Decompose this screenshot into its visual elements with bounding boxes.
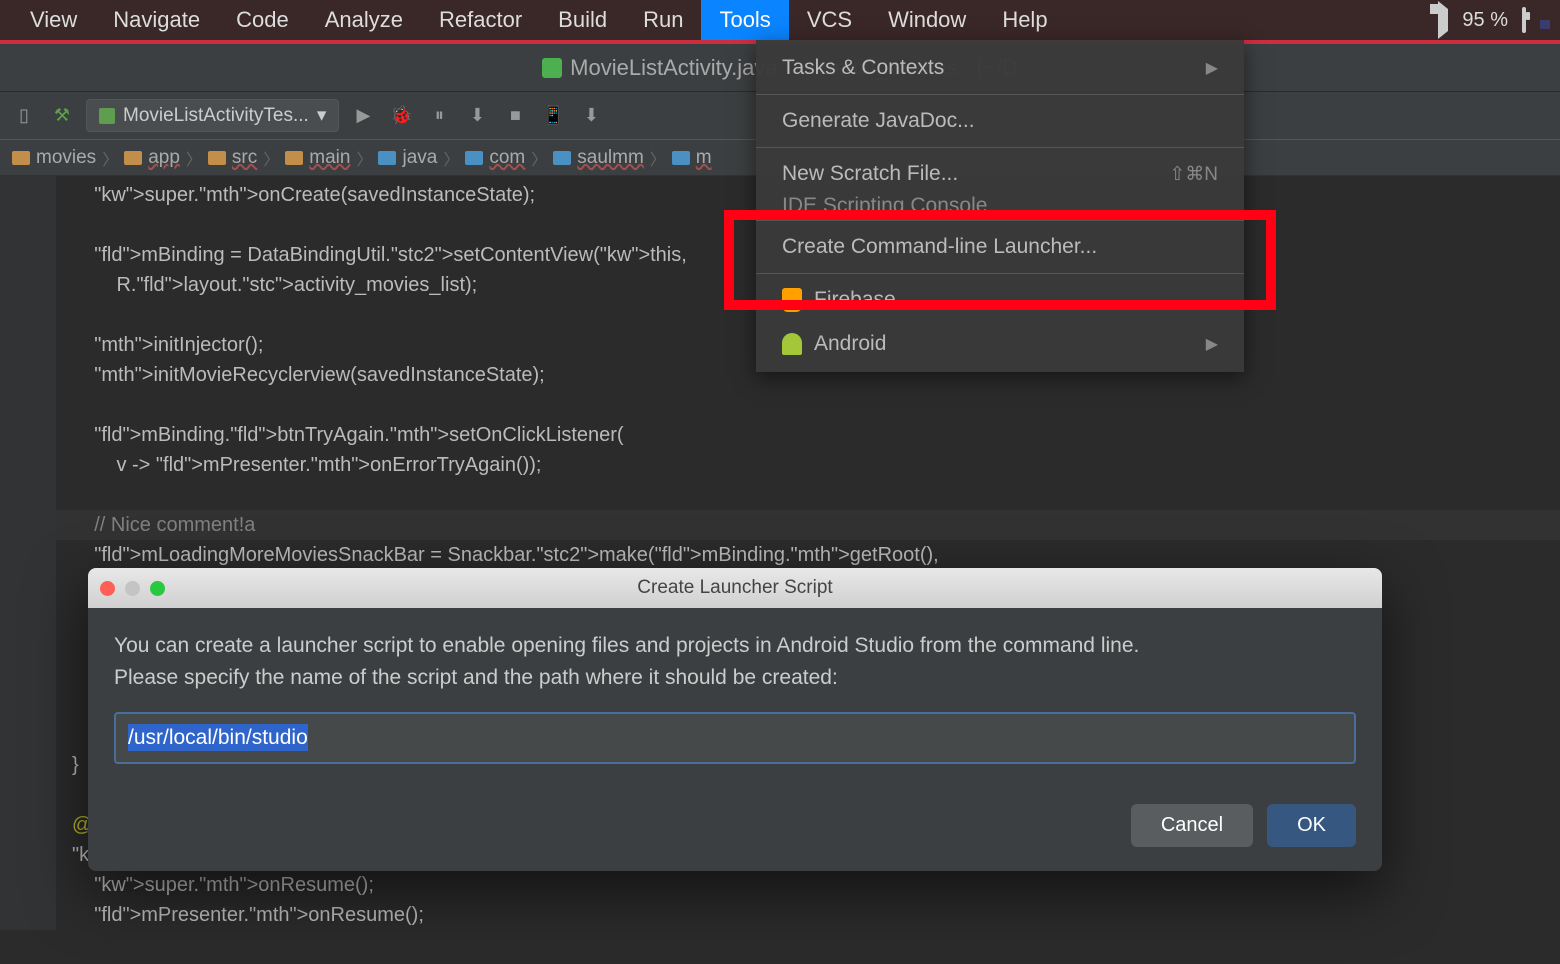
menu-item-label: New Scratch File... xyxy=(782,162,958,186)
menu-item-label: IDE Scripting Console xyxy=(782,196,987,216)
attach-button[interactable]: ⬇ xyxy=(463,102,491,130)
crumb-label: src xyxy=(232,147,257,169)
status-tray: 95 % xyxy=(1438,9,1548,32)
menu-code[interactable]: Code xyxy=(218,0,307,40)
run-config-label: MovieListActivityTes... xyxy=(123,105,309,127)
menu-item-new-scratch-file-[interactable]: New Scratch File... ⇧⌘N xyxy=(756,152,1244,196)
dialog-title: Create Launcher Script xyxy=(88,577,1382,599)
crumb-movies[interactable]: movies xyxy=(8,147,100,169)
crumb-label: com xyxy=(489,147,525,169)
crumb-saulmm[interactable]: saulmm xyxy=(549,147,648,169)
folder-icon xyxy=(12,151,30,165)
folder-icon xyxy=(465,151,483,165)
crumb-label: main xyxy=(309,147,350,169)
menu-item-generate-javadoc-[interactable]: Generate JavaDoc... xyxy=(756,99,1244,143)
chevron-down-icon: ▾ xyxy=(317,104,327,127)
menu-item-tasks-contexts[interactable]: Tasks & Contexts ▶ xyxy=(756,46,1244,90)
dialog-body-text: You can create a launcher script to enab… xyxy=(114,630,1356,694)
menu-item-ide-scripting-console[interactable]: IDE Scripting Console xyxy=(756,196,1244,216)
ok-button[interactable]: OK xyxy=(1267,804,1356,847)
menu-tools[interactable]: Tools xyxy=(701,0,788,40)
menu-item-label: Firebase xyxy=(782,288,896,312)
menu-item-label: Create Command-line Launcher... xyxy=(782,235,1097,259)
crumb-src[interactable]: src xyxy=(204,147,261,169)
menu-item-label: Generate JavaDoc... xyxy=(782,109,975,133)
menu-view[interactable]: View xyxy=(12,0,95,40)
code-line[interactable]: "fld">mLoadingMoreMoviesSnackBar = Snack… xyxy=(72,540,1560,570)
code-line[interactable]: v -> "fld">mPresenter."mth">onErrorTryAg… xyxy=(72,450,1560,480)
system-menubar: ViewNavigateCodeAnalyzeRefactorBuildRunT… xyxy=(0,0,1560,40)
crumb-label: m xyxy=(696,147,712,169)
volume-icon xyxy=(1438,9,1448,32)
folder-icon xyxy=(285,151,303,165)
menu-navigate[interactable]: Navigate xyxy=(95,0,218,40)
menu-vcs[interactable]: VCS xyxy=(789,0,870,40)
sdk-button[interactable]: ⬇ xyxy=(577,102,605,130)
battery-percent: 95 % xyxy=(1462,9,1508,32)
crumb-java[interactable]: java xyxy=(374,147,441,169)
menu-divider xyxy=(756,220,1244,221)
code-line[interactable]: "fld">mPresenter."mth">onResume(); xyxy=(72,900,1560,930)
folder-icon xyxy=(553,151,571,165)
debug-button[interactable]: 🐞 xyxy=(387,102,415,130)
back-button[interactable]: ▯ xyxy=(10,102,38,130)
folder-icon xyxy=(378,151,396,165)
crumb-label: app xyxy=(148,147,180,169)
crumb-m[interactable]: m xyxy=(668,147,716,169)
menu-item-firebase[interactable]: Firebase xyxy=(756,278,1244,322)
menu-item-label: Tasks & Contexts xyxy=(782,56,944,80)
stop-button[interactable]: ■ xyxy=(501,102,529,130)
crumb-main[interactable]: main xyxy=(281,147,354,169)
code-line[interactable] xyxy=(72,480,1560,510)
menu-item-label: Android xyxy=(782,332,886,356)
menu-item-android[interactable]: Android ▶ xyxy=(756,322,1244,366)
menu-divider xyxy=(756,273,1244,274)
menu-refactor[interactable]: Refactor xyxy=(421,0,540,40)
code-line[interactable]: "fld">mBinding."fld">btnTryAgain."mth">s… xyxy=(72,420,1560,450)
cancel-button[interactable]: Cancel xyxy=(1131,804,1253,847)
crumb-com[interactable]: com xyxy=(461,147,529,169)
gutter xyxy=(0,176,56,930)
folder-icon xyxy=(124,151,142,165)
crumb-label: java xyxy=(402,147,437,169)
crumb-label: saulmm xyxy=(577,147,644,169)
submenu-arrow-icon: ▶ xyxy=(1206,334,1218,354)
menu-divider xyxy=(756,147,1244,148)
android-test-icon xyxy=(99,108,115,124)
menu-window[interactable]: Window xyxy=(870,0,984,40)
submenu-arrow-icon: ▶ xyxy=(1206,58,1218,78)
firebase-icon xyxy=(782,288,802,312)
script-path-input[interactable]: /usr/local/bin/studio xyxy=(114,712,1356,764)
code-line[interactable] xyxy=(72,390,1560,420)
crumb-label: movies xyxy=(36,147,96,169)
menu-help[interactable]: Help xyxy=(984,0,1065,40)
menu-divider xyxy=(756,94,1244,95)
folder-icon xyxy=(208,151,226,165)
menu-run[interactable]: Run xyxy=(625,0,701,40)
battery-icon xyxy=(1522,9,1526,32)
avd-button[interactable]: 📱 xyxy=(539,102,567,130)
tools-dropdown: Tasks & Contexts ▶ Generate JavaDoc... New … xyxy=(756,40,1244,372)
hammer-icon[interactable]: ⚒ xyxy=(48,102,76,130)
folder-icon xyxy=(672,151,690,165)
run-config-selector[interactable]: MovieListActivityTes... ▾ xyxy=(86,99,339,132)
profile-button[interactable]: ⏸ xyxy=(425,102,453,130)
crumb-app[interactable]: app xyxy=(120,147,184,169)
run-button[interactable]: ▶ xyxy=(349,102,377,130)
shortcut-label: ⇧⌘N xyxy=(1169,163,1218,186)
menu-item-create-command-line-launcher-[interactable]: Create Command-line Launcher... xyxy=(756,225,1244,269)
menu-build[interactable]: Build xyxy=(540,0,625,40)
android-icon xyxy=(782,333,802,355)
dialog-titlebar[interactable]: Create Launcher Script xyxy=(88,568,1382,608)
menu-analyze[interactable]: Analyze xyxy=(307,0,421,40)
create-launcher-dialog: Create Launcher Script You can create a … xyxy=(88,568,1382,871)
code-line[interactable]: // Nice comment!a xyxy=(10,510,1560,540)
file-icon xyxy=(542,58,562,78)
code-line[interactable]: "kw">super."mth">onResume(); xyxy=(72,870,1560,900)
